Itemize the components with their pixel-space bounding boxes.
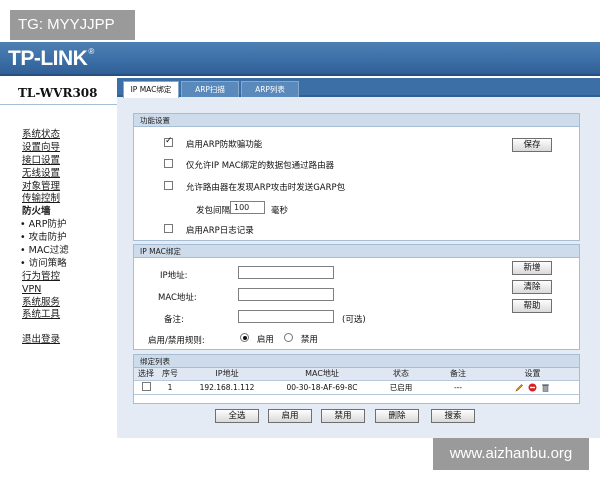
tab-bar: IP MAC绑定 ARP扫描 ARP列表 <box>117 78 600 98</box>
mac-label: MAC地址: <box>158 293 197 303</box>
function-settings-title: 功能设置 <box>134 114 579 127</box>
tab-arp-scan[interactable]: ARP扫描 <box>181 81 239 97</box>
col-settings: 设置 <box>486 368 579 381</box>
optional-hint: (可选) <box>342 315 366 325</box>
clear-button[interactable]: 清除 <box>512 280 552 294</box>
interval-unit: 毫秒 <box>271 206 289 216</box>
nav-logout[interactable]: 退出登录 <box>22 334 69 347</box>
main-content: IP MAC绑定 ARP扫描 ARP列表 功能设置 启用ARP防欺骗功能 保存 … <box>117 78 600 438</box>
sidebar-nav: 系统状态 设置向导 接口设置 无线设置 对象管理 传输控制 防火墙 • ARP防… <box>20 129 69 347</box>
sidebar: TL-WVR308 系统状态 设置向导 接口设置 无线设置 对象管理 传输控制 … <box>0 78 117 438</box>
note-input[interactable] <box>238 310 334 323</box>
nav-interface-settings[interactable]: 接口设置 <box>22 155 69 168</box>
save-button[interactable]: 保存 <box>512 138 552 152</box>
function-settings-panel: 功能设置 启用ARP防欺骗功能 保存 仅允许IP MAC绑定的数据包通过路由器 … <box>133 113 580 241</box>
col-mac: MAC地址 <box>272 368 372 381</box>
ip-mac-binding-panel: IP MAC绑定 IP地址: MAC地址: 备注: (可选) 启用/禁用规则: … <box>133 244 580 350</box>
nav-mac-filter[interactable]: • MAC过滤 <box>20 245 69 258</box>
top-header: TP-LINK® <box>0 42 600 76</box>
help-button[interactable]: 帮助 <box>512 299 552 313</box>
col-select: 选择 <box>134 368 158 381</box>
select-all-button[interactable]: 全选 <box>215 409 259 423</box>
row-select-checkbox[interactable] <box>141 381 151 391</box>
nav-system-status[interactable]: 系统状态 <box>22 129 69 142</box>
nav-setup-wizard[interactable]: 设置向导 <box>22 142 69 155</box>
interval-label: 发包间隔: <box>196 206 233 216</box>
disable-button[interactable]: 禁用 <box>321 409 365 423</box>
watermark-top: TG: MYYJJPP <box>10 10 135 40</box>
binding-title: IP MAC绑定 <box>134 245 579 258</box>
ip-label: IP地址: <box>160 271 188 281</box>
table-row: 1 192.168.1.112 00-30-18-AF-69-8C 已启用 --… <box>134 380 579 395</box>
binding-list-title: 绑定列表 <box>134 355 579 368</box>
col-status: 状态 <box>372 368 430 381</box>
garp-label: 允许路由器在发现ARP攻击时发送GARP包 <box>185 183 346 193</box>
search-button[interactable]: 搜索 <box>431 409 475 423</box>
nav-system-tools[interactable]: 系统工具 <box>22 309 69 322</box>
opt-garp-row: 允许路由器在发现ARP攻击时发送GARP包 <box>164 181 345 193</box>
edit-icon[interactable] <box>514 383 524 392</box>
disable-icon[interactable] <box>528 383 537 392</box>
bound-only-checkbox[interactable] <box>164 159 173 168</box>
arp-log-label: 启用ARP日志记录 <box>185 226 254 236</box>
row-status: 已启用 <box>372 380 430 395</box>
model-name: TL-WVR308 <box>0 78 117 105</box>
tab-ip-mac-binding[interactable]: IP MAC绑定 <box>123 81 179 98</box>
rule-label: 启用/禁用规则: <box>148 336 205 346</box>
binding-table: 选择 序号 IP地址 MAC地址 状态 备注 设置 1 192.168.1.11… <box>134 368 579 395</box>
opt-bound-only-row: 仅允许IP MAC绑定的数据包通过路由器 <box>164 159 334 171</box>
binding-list-panel: 绑定列表 选择 序号 IP地址 MAC地址 状态 备注 设置 1 192.168… <box>133 354 580 404</box>
garp-checkbox[interactable] <box>164 181 173 190</box>
col-index: 序号 <box>158 368 182 381</box>
row-index: 1 <box>158 380 182 395</box>
rule-enable-radio[interactable] <box>240 333 249 342</box>
row-select-cell <box>134 380 158 395</box>
opt-arp-antispoof-row: 启用ARP防欺骗功能 <box>164 136 263 150</box>
arp-antispoof-label: 启用ARP防欺骗功能 <box>185 140 263 150</box>
watermark-bottom: www.aizhanbu.org <box>433 438 589 470</box>
rule-enable-label: 启用 <box>256 335 274 345</box>
bound-only-label: 仅允许IP MAC绑定的数据包通过路由器 <box>185 161 335 171</box>
arp-antispoof-checkbox[interactable] <box>164 136 173 147</box>
nav-arp-protection[interactable]: • ARP防护 <box>20 219 69 232</box>
nav-firewall[interactable]: 防火墙 <box>22 206 69 219</box>
nav-access-policy[interactable]: • 访问策略 <box>20 258 69 271</box>
opt-arp-log-row: 启用ARP日志记录 <box>164 224 254 236</box>
nav-transmission-control[interactable]: 传输控制 <box>22 193 69 206</box>
ip-input[interactable] <box>238 266 334 279</box>
rule-disable-radio[interactable] <box>284 333 293 342</box>
add-button[interactable]: 新增 <box>512 261 552 275</box>
delete-icon[interactable] <box>541 383 550 392</box>
arp-log-checkbox[interactable] <box>164 224 173 233</box>
note-label: 备注: <box>164 315 184 325</box>
nav-vpn[interactable]: VPN <box>22 284 69 297</box>
table-header-row: 选择 序号 IP地址 MAC地址 状态 备注 设置 <box>134 368 579 381</box>
nav-wireless-settings[interactable]: 无线设置 <box>22 168 69 181</box>
rule-disable-option: 禁用 <box>284 333 318 345</box>
interval-input[interactable]: 100 <box>230 201 265 214</box>
rule-enable-option: 启用 <box>240 333 274 345</box>
col-note: 备注 <box>430 368 486 381</box>
col-ip: IP地址 <box>182 368 272 381</box>
brand-logo: TP-LINK® <box>8 47 94 70</box>
row-ip: 192.168.1.112 <box>182 380 272 395</box>
nav-system-services[interactable]: 系统服务 <box>22 297 69 310</box>
mac-input[interactable] <box>238 288 334 301</box>
row-note: --- <box>430 380 486 395</box>
nav-behavior-control[interactable]: 行为管控 <box>22 271 69 284</box>
row-mac: 00-30-18-AF-69-8C <box>272 380 372 395</box>
row-actions <box>486 380 579 395</box>
nav-attack-protection[interactable]: • 攻击防护 <box>20 232 69 245</box>
nav-object-management[interactable]: 对象管理 <box>22 181 69 194</box>
tab-arp-list[interactable]: ARP列表 <box>241 81 299 97</box>
delete-button[interactable]: 删除 <box>375 409 419 423</box>
enable-button[interactable]: 启用 <box>268 409 312 423</box>
rule-disable-label: 禁用 <box>300 335 318 345</box>
